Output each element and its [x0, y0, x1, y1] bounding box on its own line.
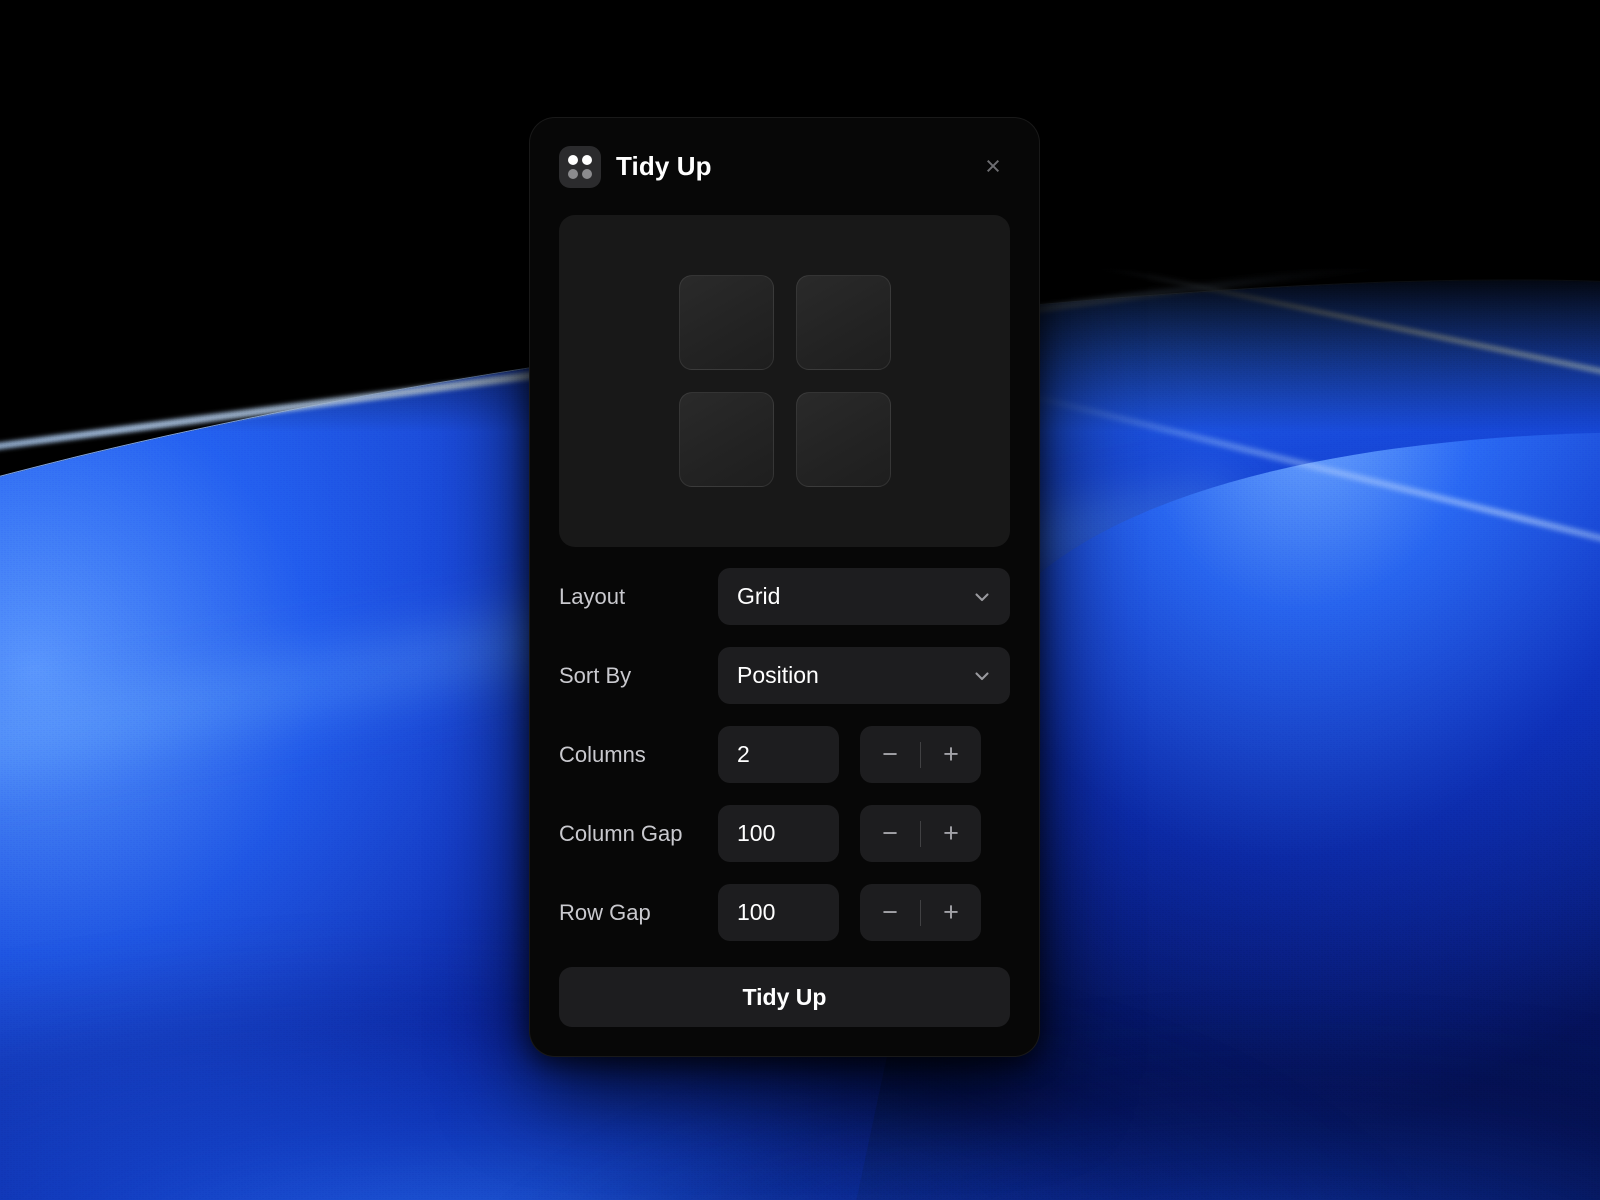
icon-dot-top-right	[582, 155, 592, 165]
columns-value: 2	[737, 741, 750, 768]
icon-dot-bottom-left	[568, 169, 578, 179]
label-columns: Columns	[559, 742, 718, 768]
layout-select[interactable]: Grid	[718, 568, 1010, 625]
layout-select-value: Grid	[737, 583, 973, 610]
row-sort-by: Sort By Position	[559, 647, 1010, 704]
preview-tile	[679, 275, 774, 370]
row-row-gap: Row Gap 100 − +	[559, 884, 1010, 941]
label-layout: Layout	[559, 584, 718, 610]
preview-tile	[679, 392, 774, 487]
tidy-up-panel: Tidy Up × Layout Grid Sort By	[529, 117, 1040, 1057]
close-icon[interactable]: ×	[976, 150, 1010, 184]
panel-title: Tidy Up	[616, 151, 712, 182]
layout-preview	[559, 215, 1010, 547]
column-gap-value: 100	[737, 820, 775, 847]
row-gap-value: 100	[737, 899, 775, 926]
label-sort-by: Sort By	[559, 663, 718, 689]
columns-stepper: − +	[860, 726, 981, 783]
columns-decrement-button[interactable]: −	[860, 726, 920, 783]
preview-tile	[796, 275, 891, 370]
tidy-up-button[interactable]: Tidy Up	[559, 967, 1010, 1027]
row-columns: Columns 2 − +	[559, 726, 1010, 783]
preview-tile	[796, 392, 891, 487]
label-row-gap: Row Gap	[559, 900, 718, 926]
row-gap-increment-button[interactable]: +	[921, 884, 981, 941]
preview-grid	[679, 275, 891, 487]
column-gap-decrement-button[interactable]: −	[860, 805, 920, 862]
icon-dot-top-left	[568, 155, 578, 165]
panel-footer: Tidy Up	[559, 967, 1010, 1056]
columns-increment-button[interactable]: +	[921, 726, 981, 783]
chevron-down-icon	[973, 588, 991, 606]
column-gap-stepper: − +	[860, 805, 981, 862]
label-column-gap: Column Gap	[559, 821, 718, 847]
sort-by-select-value: Position	[737, 662, 973, 689]
row-gap-stepper: − +	[860, 884, 981, 941]
column-gap-increment-button[interactable]: +	[921, 805, 981, 862]
icon-dot-bottom-right	[582, 169, 592, 179]
sort-by-select[interactable]: Position	[718, 647, 1010, 704]
columns-input[interactable]: 2	[718, 726, 839, 783]
row-gap-decrement-button[interactable]: −	[860, 884, 920, 941]
row-layout: Layout Grid	[559, 568, 1010, 625]
row-gap-input[interactable]: 100	[718, 884, 839, 941]
grid-four-dots-icon	[559, 146, 601, 188]
row-column-gap: Column Gap 100 − +	[559, 805, 1010, 862]
column-gap-input[interactable]: 100	[718, 805, 839, 862]
chevron-down-icon	[973, 667, 991, 685]
settings-rows: Layout Grid Sort By Position	[559, 547, 1010, 941]
panel-header: Tidy Up ×	[559, 118, 1010, 215]
